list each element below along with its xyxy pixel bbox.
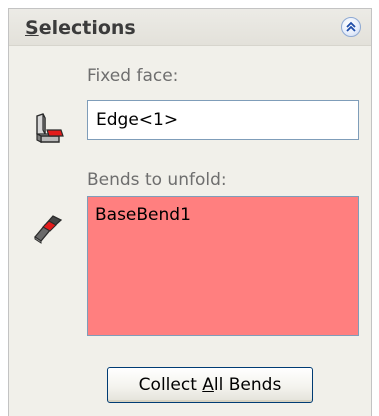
collapse-button[interactable] [341,17,361,37]
fixed-face-field[interactable]: Edge<1> [87,100,359,140]
fixed-face-label: Fixed face: [87,66,179,86]
bends-list[interactable]: BaseBend1 [87,196,359,336]
collect-prefix: Collect [138,375,203,395]
panel-header[interactable]: Selections [9,9,371,46]
panel-body: Fixed face: Edge<1> Bends to unfold: Bas… [9,46,371,416]
bends-to-unfold-label: Bends to unfold: [87,170,227,190]
selections-panel: Selections Fixed face: Edge<1> Bends to … [8,8,372,416]
collect-all-bends-button[interactable]: Collect All Bends [107,367,313,403]
fixed-face-icon [36,113,64,143]
panel-title: Selections [25,17,136,39]
sheet-metal-bend-icon [34,215,63,244]
collect-mnemonic: A [202,375,214,395]
collect-suffix: ll Bends [213,375,282,395]
list-item[interactable]: BaseBend1 [95,205,358,225]
double-chevron-up-icon [346,21,356,32]
